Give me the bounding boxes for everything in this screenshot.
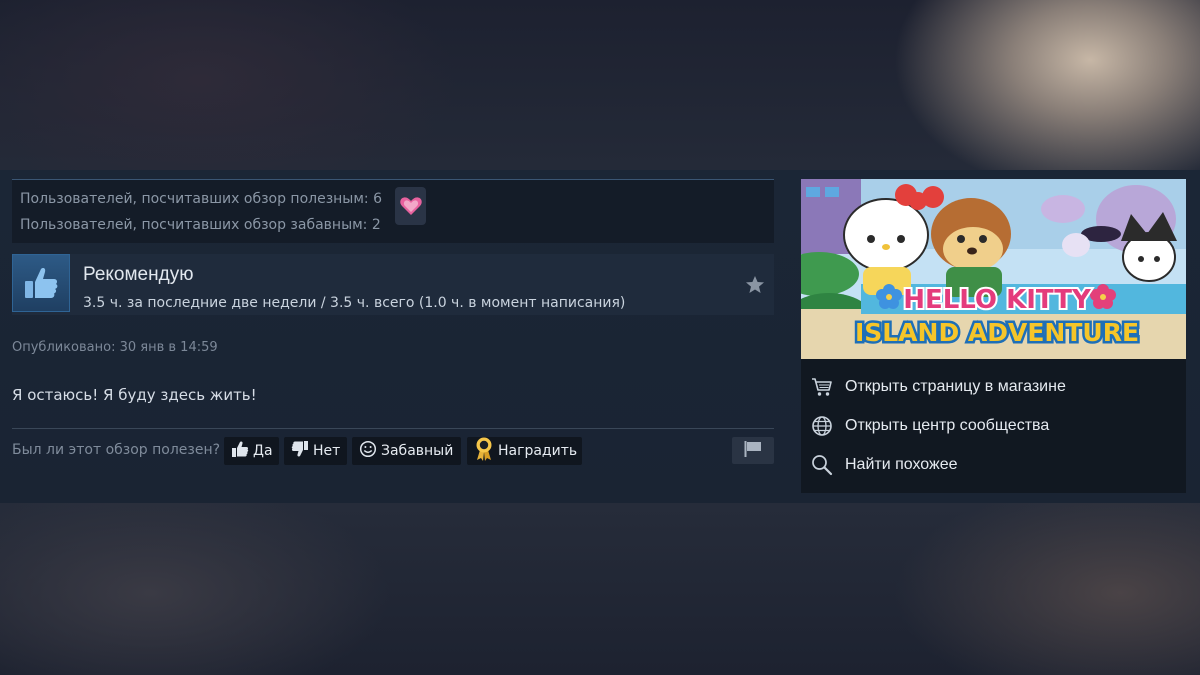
divider	[12, 428, 774, 429]
cart-icon	[810, 375, 834, 399]
star-icon[interactable]	[744, 274, 766, 296]
smiley-icon	[359, 440, 377, 462]
vote-funny-label: Забавный	[381, 443, 454, 459]
award-medal-icon	[474, 437, 494, 465]
open-community-hub-link[interactable]: Открыть центр сообщества	[801, 408, 1186, 444]
recommendation-header: Рекомендую 3.5 ч. за последние две недел…	[12, 254, 774, 315]
logo-line-2: ISLAND ADVENTURE	[855, 318, 1139, 347]
find-similar-label: Найти похожее	[845, 456, 958, 473]
vote-no-label: Нет	[313, 443, 341, 459]
logo-line-1: HELLO KITTY	[903, 285, 1092, 315]
recommendation-verdict: Рекомендую	[83, 264, 194, 285]
find-similar-link[interactable]: Найти похожее	[801, 447, 1186, 483]
thumbs-down-icon	[291, 440, 309, 462]
pink-heart-award-icon[interactable]	[395, 187, 426, 225]
review-body: Я остаюсь! Я буду здесь жить!	[12, 386, 257, 404]
globe-icon	[810, 414, 834, 438]
blurred-background-top	[0, 0, 1200, 170]
search-icon	[810, 453, 834, 477]
open-store-page-label: Открыть страницу в магазине	[845, 378, 1066, 395]
vote-yes-button[interactable]: Да	[224, 437, 279, 465]
playtime-text: 3.5 ч. за последние две недели / 3.5 ч. …	[83, 295, 626, 311]
helpful-question: Был ли этот обзор полезен?	[12, 442, 221, 458]
funny-count: Пользователей, посчитавших обзор забавны…	[20, 217, 381, 233]
thumbs-up-icon	[231, 440, 249, 462]
open-store-page-link[interactable]: Открыть страницу в магазине	[801, 369, 1186, 405]
award-label: Наградить	[498, 443, 578, 459]
game-sidebar: HELLO KITTY ISLAND ADVENTURE Открыть стр…	[801, 179, 1186, 493]
flag-icon	[743, 440, 763, 462]
helpful-count: Пользователей, посчитавших обзор полезны…	[20, 191, 382, 207]
vote-funny-button[interactable]: Забавный	[352, 437, 461, 465]
game-capsule-image[interactable]: HELLO KITTY ISLAND ADVENTURE	[801, 179, 1186, 359]
award-button[interactable]: Наградить	[467, 437, 582, 465]
review-stats-box: Пользователей, посчитавших обзор полезны…	[12, 179, 774, 243]
report-flag-button[interactable]	[732, 437, 774, 464]
thumbs-up-icon	[12, 254, 70, 312]
blurred-background-bottom	[0, 503, 1200, 675]
vote-yes-label: Да	[253, 443, 273, 459]
posted-date: Опубликовано: 30 янв в 14:59	[12, 340, 218, 355]
vote-no-button[interactable]: Нет	[284, 437, 347, 465]
open-community-hub-label: Открыть центр сообщества	[845, 417, 1050, 434]
